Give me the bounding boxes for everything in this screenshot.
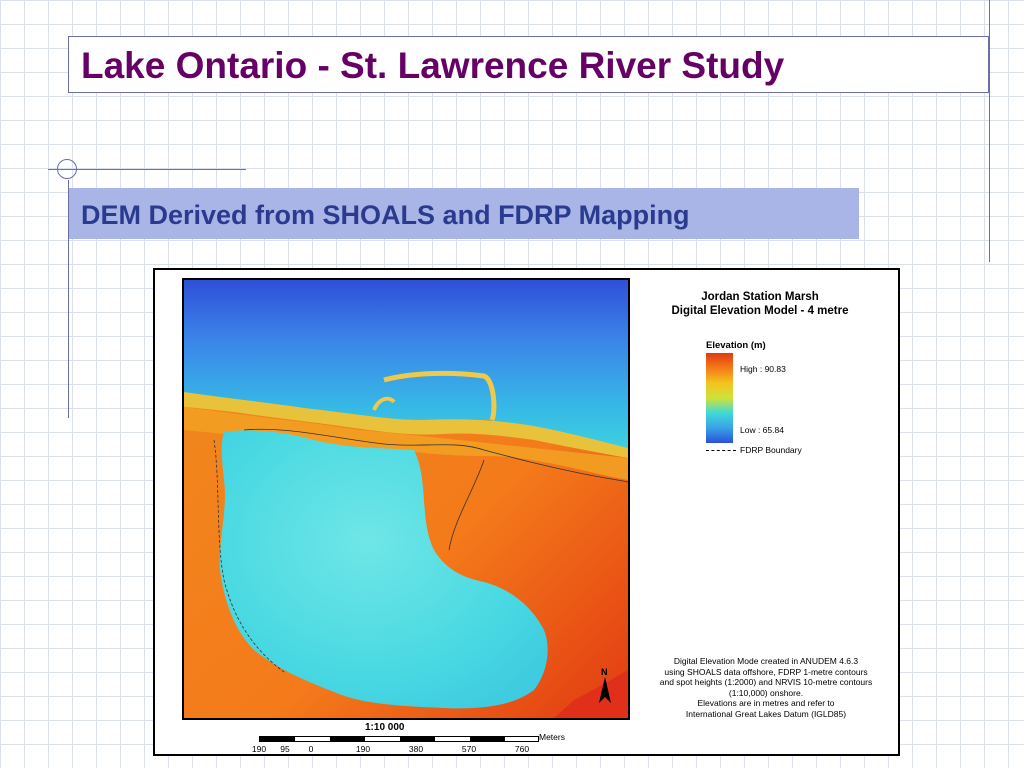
legend-title: Elevation (m) [706, 340, 766, 351]
scale-label: 190 [355, 744, 371, 754]
scale-labels: 190 95 0 190 380 570 760 [155, 744, 902, 756]
map-figure: Jordan Station Marsh Digital Elevation M… [153, 268, 900, 756]
title-box: Lake Ontario - St. Lawrence River Study [68, 36, 989, 93]
scale-label: 190 [251, 744, 267, 754]
scale-label: 380 [408, 744, 424, 754]
map-note-line: using SHOALS data offshore, FDRP 1-metre… [664, 666, 868, 677]
map-note-line: Elevations are in metres and refer to [697, 698, 835, 708]
scale-label: 0 [308, 744, 314, 754]
map-note-line: Digital Elevation Mode created in ANUDEM… [673, 656, 859, 666]
legend-low-label: Low : 65.84 [740, 425, 784, 435]
scale-ratio: 1:10 000 [365, 722, 405, 733]
decorative-circle-icon [57, 159, 77, 179]
map-title-line2: Digital Elevation Model - 4 metre [671, 305, 849, 317]
map-note-line: (1:10,000) onshore. [728, 687, 804, 698]
legend-boundary-label: FDRP Boundary [740, 445, 802, 455]
elevation-color-ramp [706, 353, 733, 443]
map-title-line1: Jordan Station Marsh [701, 291, 819, 303]
scale-label: 760 [514, 744, 530, 754]
scale-units: Meters [539, 732, 565, 742]
slide-title: Lake Ontario - St. Lawrence River Study [81, 45, 785, 86]
map-note-line: International Great Lakes Datum (IGLD85) [685, 708, 847, 719]
decorative-horizontal-line [48, 169, 246, 170]
slide-subtitle: DEM Derived from SHOALS and FDRP Mapping [81, 200, 690, 230]
decorative-vertical-line-right [989, 0, 990, 262]
map-title: Jordan Station Marsh Digital Elevation M… [625, 290, 895, 318]
boundary-line-symbol [706, 450, 736, 451]
subtitle-box: DEM Derived from SHOALS and FDRP Mapping [69, 188, 859, 239]
scale-label: 95 [280, 744, 290, 754]
map-notes: Digital Elevation Mode created in ANUDEM… [633, 656, 899, 719]
legend-high-label: High : 90.83 [740, 364, 786, 374]
north-label: N [601, 667, 608, 677]
scale-label: 570 [461, 744, 477, 754]
dem-map-image [182, 278, 630, 720]
north-arrow-icon: N [595, 667, 615, 705]
map-note-line: and spot heights (1:2000) and NRVIS 10-m… [659, 677, 873, 687]
scale-bar [259, 736, 539, 742]
